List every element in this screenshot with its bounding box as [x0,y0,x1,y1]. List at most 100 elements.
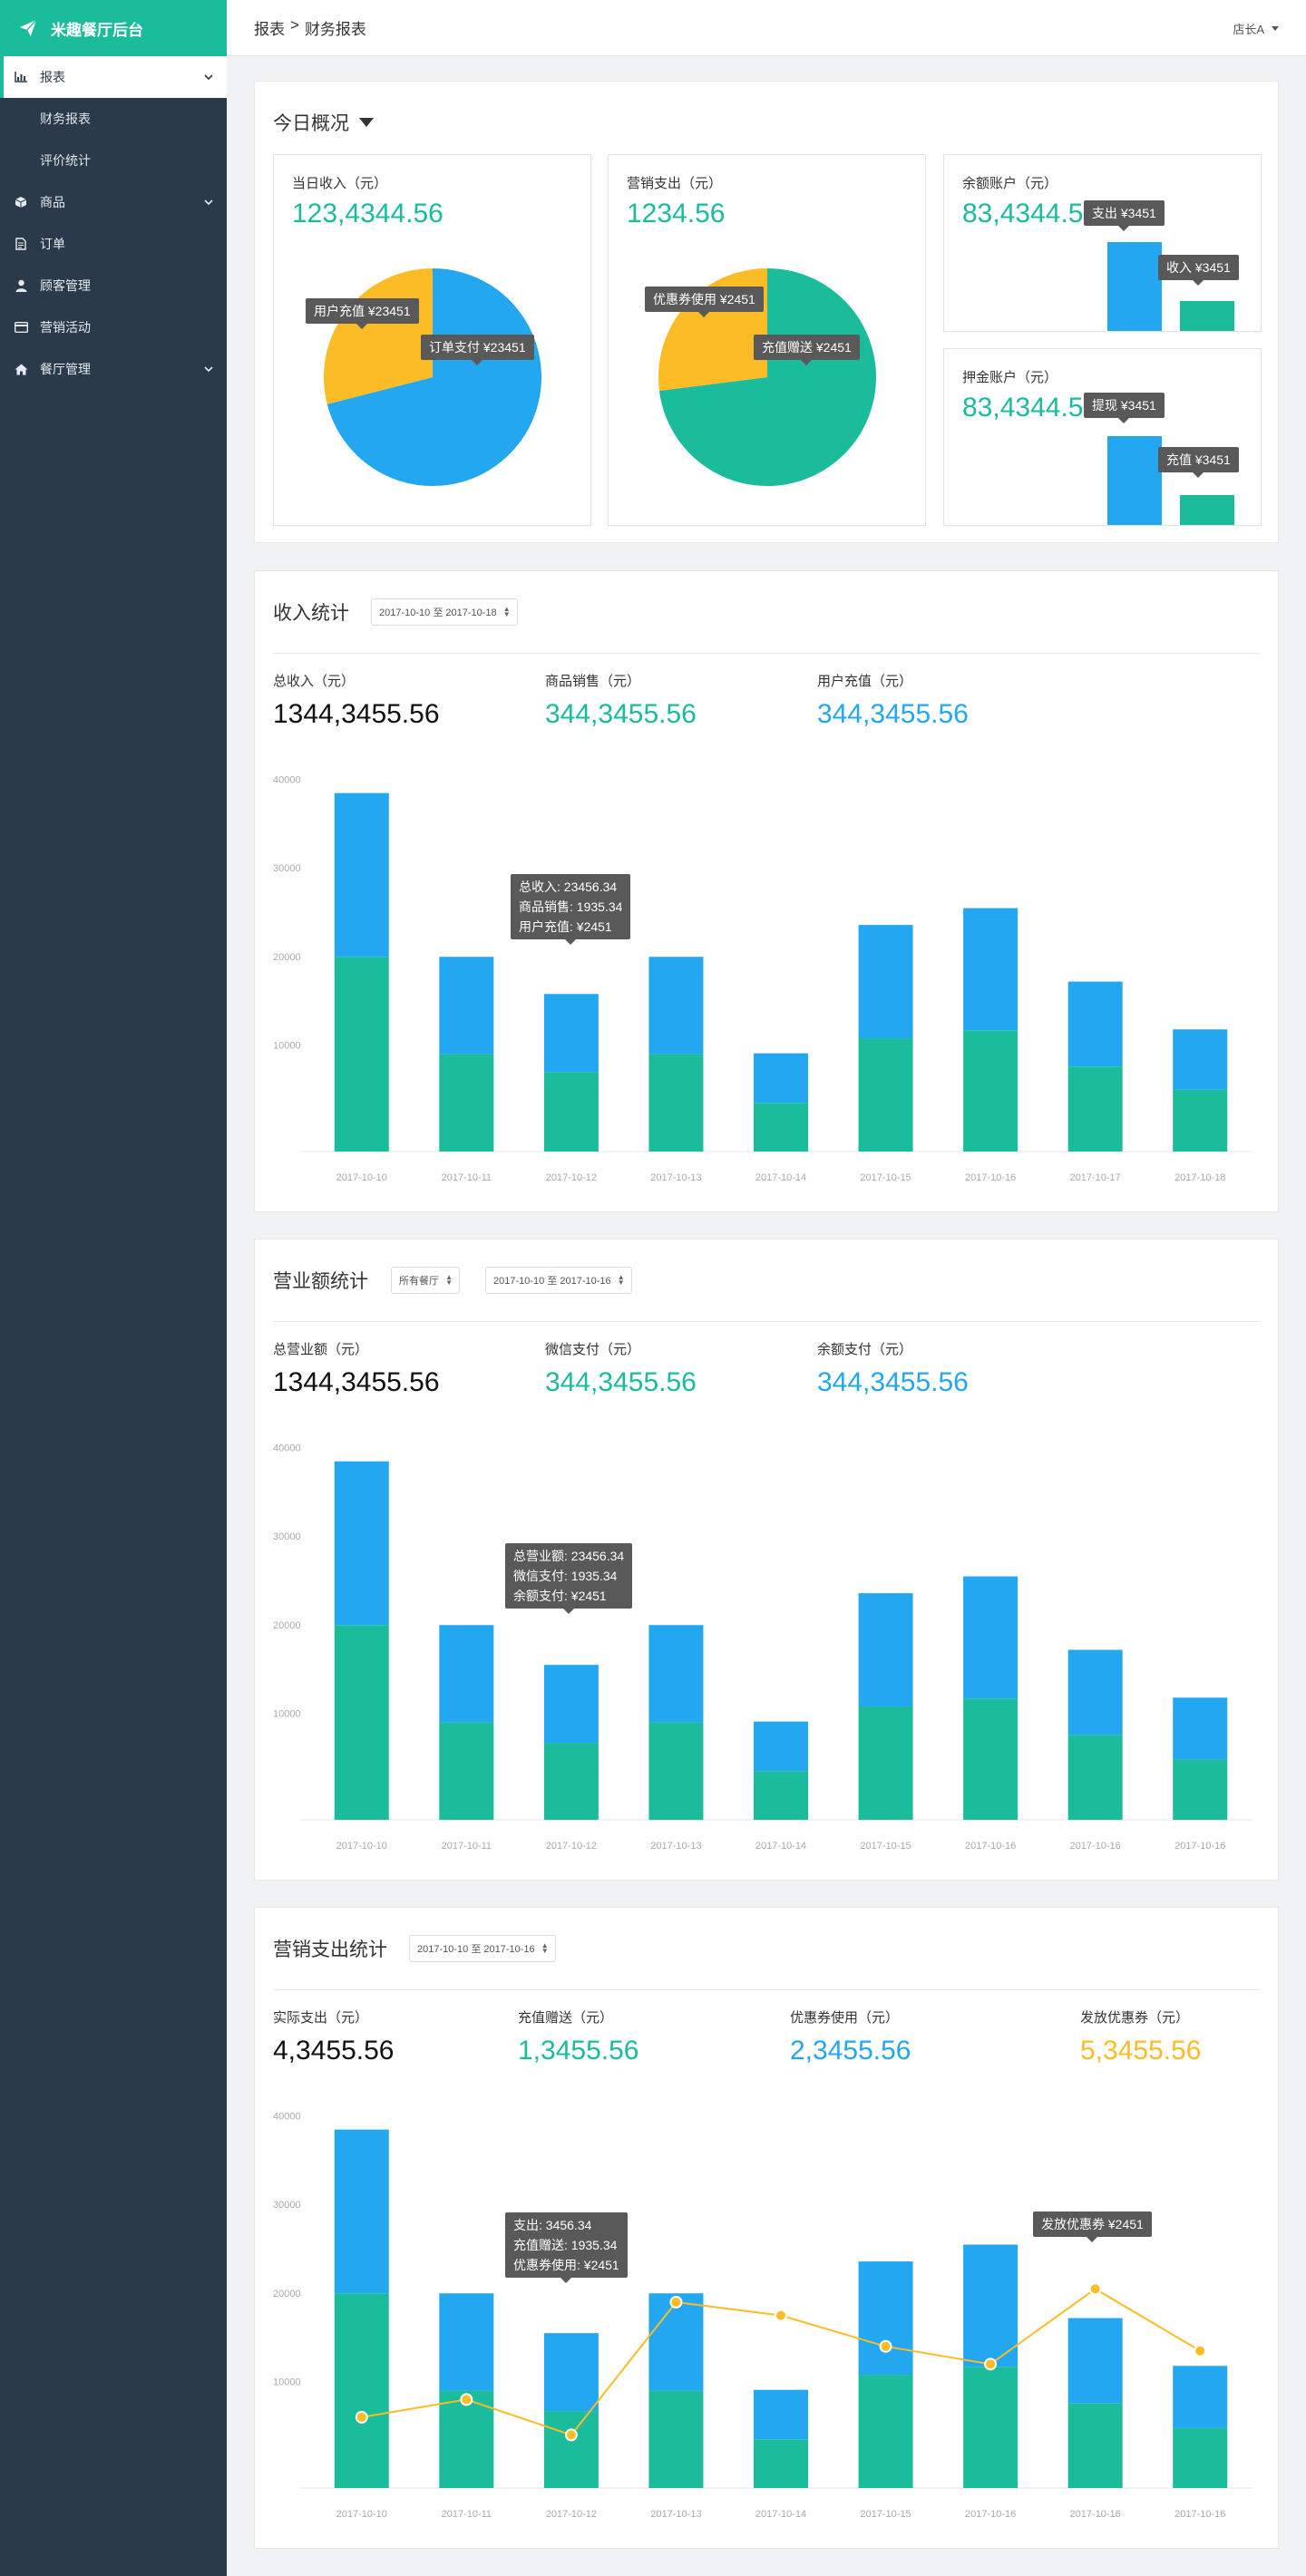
income-stats-card: 收入统计 2017-10-10 至 2017-10-18 ▲ ▼ 总收入（元） 1… [254,570,1279,1212]
brand-title: 米趣餐厅后台 [51,21,143,39]
bar-tooltip: 支出 ¥3451 [1084,200,1165,231]
bar-segment [648,1054,704,1152]
bar-segment [1067,2403,1123,2488]
today-overview-title-text: 今日概况 [273,113,349,134]
sidebar-item-orders[interactable]: 订单 [0,223,227,265]
bar-segment [963,1698,1018,1820]
y-tick-label: 20000 [273,2289,301,2299]
breadcrumb-root[interactable]: 报表 [254,16,285,39]
revenue-stats-card: 营业额统计 所有餐厅 ▲ ▼ 2017-10-10 至 2017-10-16 ▲ ▼… [254,1239,1279,1881]
breadcrumb: 报表 > 财务报表 [254,16,366,39]
caret-down-icon [359,118,374,127]
chart-marks: 10000 20000 30000 40000 2017-10-10 2017-10-11… [273,1444,1252,1852]
x-tick-label: 2017-10-15 [860,1172,911,1183]
chart-marks: 10000 20000 30000 40000 2017-10-10 2017-10-11… [273,2112,1252,2520]
bar-segment [439,1054,494,1152]
income-bar-chart: 10000 20000 30000 40000 2017-10-10 2017-10-11… [273,775,1252,1183]
chart-tooltip: 总收入: 23456.34 商品销售: 1935.34 用户充值: ¥2451 [511,874,631,945]
bar-segment [334,2129,389,2294]
bar-segment [1173,1089,1228,1152]
breadcrumb-separator: > [290,16,299,34]
y-tick-label: 10000 [273,2377,301,2387]
user-menu[interactable]: 店长A [1233,20,1279,37]
y-tick-label: 30000 [273,1531,301,1542]
x-tick-label: 2017-10-17 [1070,1172,1121,1183]
today-marketing-panel: 营销支出（元） 1234.56 优惠券使用 ¥2451 充值赠送 ¥2451 [608,154,926,526]
line-point [1194,2344,1207,2357]
line-point [879,2339,892,2353]
x-tick-label: 2017-10-16 [1070,2509,1121,2520]
line-point [1088,2282,1102,2296]
mini-bar [1107,436,1162,525]
sidebar-item-reports[interactable]: 报表 [0,56,227,98]
bar-segment [754,1053,808,1103]
tooltip-line: 优惠券使用: ¥2451 [513,2258,619,2272]
bar-segment [1173,1697,1228,1760]
today-income-panel: 当日收入（元） 123,4344.56 用户充值 ¥23451 订单支付 ¥23… [273,154,591,526]
bar-segment [543,2333,599,2412]
x-tick-label: 2017-10-16 [965,2509,1016,2520]
sidebar-subitem-label: 财务报表 [40,112,91,126]
bar-tooltip: 收入 ¥3451 [1158,255,1239,286]
bar-segment [754,1771,808,1820]
revenue-bar-chart: 10000 20000 30000 40000 2017-10-10 2017-10-11… [273,1444,1252,1852]
bar-segment [858,925,913,1039]
x-tick-label: 2017-10-13 [650,1841,701,1852]
bar-segment [334,1461,389,1626]
balance-bar-chart [1107,242,1234,331]
x-tick-label: 2017-10-11 [442,2509,492,2520]
line-point [564,2428,578,2442]
sidebar-item-label: 营销活动 [40,320,91,335]
tooltip-line: 支出: 3456.34 [513,2218,592,2232]
breadcrumb-current: 财务报表 [304,21,366,38]
bar-segment [963,1030,1018,1152]
bar-tooltip: 充值 ¥3451 [1158,447,1239,478]
bar-segment [439,1722,494,1820]
x-tick-label: 2017-10-16 [1070,1841,1121,1852]
sidebar-subitem-review-stats[interactable]: 评价统计 [0,140,227,181]
x-tick-label: 2017-10-12 [546,2509,597,2520]
x-tick-label: 2017-10-14 [755,2509,806,2520]
bar-tooltip: 提现 ¥3451 [1084,393,1165,423]
sidebar-item-products[interactable]: 商品 [0,181,227,223]
sidebar-item-label: 餐厅管理 [40,362,91,376]
sidebar-item-restaurant[interactable]: 餐厅管理 [0,348,227,390]
sidebar-subitem-finance-report[interactable]: 财务报表 [0,98,227,140]
line-point [775,2309,787,2322]
x-tick-label: 2017-10-16 [1174,2509,1225,2520]
mini-bar [1107,242,1162,331]
y-tick-label: 40000 [273,2112,301,2123]
x-tick-label: 2017-10-16 [965,1841,1016,1852]
x-tick-label: 2017-10-16 [1174,1841,1225,1852]
today-overview-title[interactable]: 今日概况 [273,109,375,136]
sidebar-item-marketing[interactable]: 营销活动 [0,306,227,348]
sidebar-item-customers[interactable]: 顾客管理 [0,265,227,306]
bar-segment [1067,1649,1123,1735]
bar-segment [543,1743,599,1820]
bar-segment [963,908,1018,1031]
bar-segment [963,2244,1018,2367]
y-tick-label: 40000 [273,775,301,786]
bar-segment [858,1038,913,1152]
bar-segment [858,1706,913,1820]
tooltip-line: 用户充值: ¥2451 [519,919,612,934]
line-point [460,2393,473,2406]
y-tick-label: 30000 [273,2200,301,2211]
chart-tooltip: 发放优惠券 ¥2451 [1033,2211,1152,2242]
bar-segment [1067,2318,1123,2404]
chart-tooltip: 总营业额: 23456.34 微信支付: 1935.34 余额支付: ¥2451 [505,1543,633,1614]
bar-segment [543,1072,599,1152]
bar-segment [1173,1029,1228,1090]
line-point [669,2296,683,2309]
pie-tooltip: 优惠券使用 ¥2451 [645,287,764,317]
x-tick-label: 2017-10-13 [650,1172,701,1183]
bar-segment [439,957,494,1055]
bar-segment [1067,1735,1123,1820]
brand[interactable]: 米趣餐厅后台 [0,0,227,56]
marketing-stats-card: 营销支出统计 2017-10-10 至 2017-10-16 ▲ ▼ 实际支出（元… [254,1907,1279,2549]
user-name: 店长A [1233,23,1264,36]
bar-segment [1173,1759,1228,1820]
tooltip-line: 充值赠送: 1935.34 [513,2238,618,2252]
bar-segment [648,2390,704,2488]
top-header: 报表 > 财务报表 店长A [227,0,1306,56]
